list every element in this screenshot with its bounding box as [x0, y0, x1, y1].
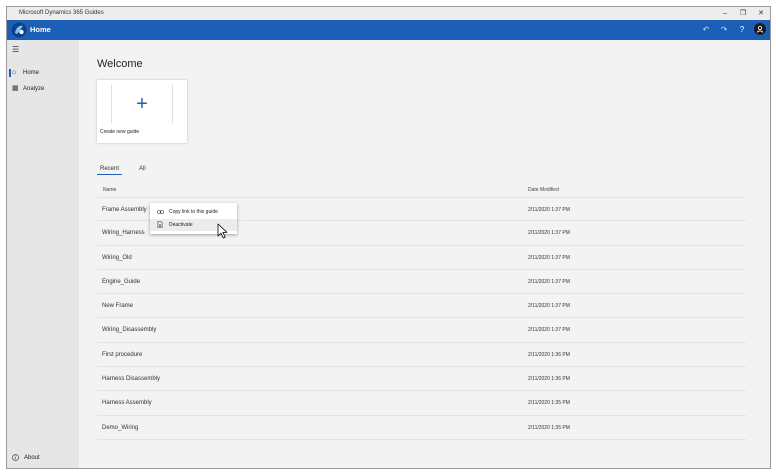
guides-logo-icon — [11, 22, 27, 38]
guide-date: 2/11/2020 1:37 PM — [528, 230, 570, 237]
welcome-heading: Welcome — [97, 58, 143, 70]
sidebar-item-analyze[interactable]: ▦ Analyze — [7, 82, 79, 96]
guide-date: 2/11/2020 1:37 PM — [528, 327, 570, 334]
analyze-icon: ▦ — [12, 85, 19, 92]
guide-name: Wiring_Old — [102, 254, 132, 261]
guide-tabs: Recent All — [97, 164, 149, 175]
create-guide-label: Create new guide — [100, 129, 140, 135]
page-title: Home — [30, 25, 51, 34]
mouse-pointer-icon — [217, 223, 228, 239]
guide-date: 2/11/2020 1:37 PM — [528, 278, 570, 285]
create-guide-card[interactable]: + Create new guide — [97, 80, 187, 143]
guide-date: 2/11/2020 1:35 PM — [528, 400, 570, 407]
plus-icon: + — [111, 85, 173, 123]
app-window: Microsoft Dynamics 365 Guides – ❐ ✕ Home… — [6, 6, 771, 469]
tab-all[interactable]: All — [136, 164, 149, 175]
guide-name: New Frame — [102, 303, 134, 310]
about-label: About — [24, 454, 40, 461]
column-header-date[interactable]: Date Modified — [528, 187, 559, 193]
link-icon — [157, 210, 164, 214]
guide-date: 2/11/2020 1:35 PM — [528, 424, 570, 431]
table-row[interactable]: Engine_Guide 2/11/2020 1:37 PM — [97, 270, 746, 295]
app-header: Home ↶ ↷ ? — [7, 20, 770, 40]
sidebar: ☰ ⌂ Home ▦ Analyze About — [7, 40, 79, 468]
header-actions: ↶ ↷ ? — [700, 23, 766, 35]
hamburger-menu-icon[interactable]: ☰ — [12, 45, 19, 54]
restore-button[interactable]: ❐ — [734, 7, 752, 20]
about-link[interactable]: About — [12, 454, 40, 461]
info-icon — [12, 454, 19, 461]
guide-date: 2/11/2020 1:37 PM — [528, 207, 570, 213]
deactivate-icon — [157, 221, 163, 228]
person-icon — [756, 25, 764, 33]
table-row[interactable]: First procedure 2/11/2020 1:36 PM — [97, 343, 746, 368]
menu-item-label: Copy link to this guide — [169, 209, 218, 215]
guide-name: Frame Assembly — [102, 207, 147, 213]
sidebar-item-label: Analyze — [23, 86, 45, 92]
menu-item-label: Deactivate — [169, 222, 193, 228]
table-row[interactable]: New Frame 2/11/2020 1:37 PM — [97, 294, 746, 319]
guide-name: First procedure — [102, 351, 143, 358]
sidebar-item-home[interactable]: ⌂ Home — [7, 66, 79, 80]
table-row[interactable]: Wiring_Disassembly 2/11/2020 1:37 PM — [97, 318, 746, 343]
window-title: Microsoft Dynamics 365 Guides — [19, 10, 104, 16]
help-icon[interactable]: ? — [736, 25, 748, 34]
copy-link-menu-item[interactable]: Copy link to this guide — [150, 206, 237, 218]
column-header-name[interactable]: Name — [103, 187, 116, 193]
guide-name: Wiring_Harness — [102, 230, 145, 237]
guide-name: Engine_Guide — [102, 278, 141, 285]
close-button[interactable]: ✕ — [752, 7, 770, 20]
guide-name: Demo_Wiring — [102, 424, 139, 431]
sidebar-item-label: Home — [23, 70, 40, 76]
table-row[interactable]: Harness Assembly 2/11/2020 1:35 PM — [97, 391, 746, 416]
guide-date: 2/11/2020 1:37 PM — [528, 254, 570, 261]
table-row[interactable]: Demo_Wiring 2/11/2020 1:35 PM — [97, 416, 746, 440]
guide-date: 2/11/2020 1:36 PM — [528, 376, 570, 383]
window-controls: – ❐ ✕ — [716, 7, 770, 20]
table-row[interactable]: Harness Disassembly 2/11/2020 1:36 PM — [97, 367, 746, 392]
main-content: Welcome + Create new guide Recent All Na… — [79, 40, 770, 468]
redo-icon[interactable]: ↷ — [718, 25, 730, 34]
tab-recent[interactable]: Recent — [97, 164, 123, 175]
account-icon[interactable] — [754, 23, 766, 35]
table-row[interactable]: Wiring_Old 2/11/2020 1:37 PM — [97, 246, 746, 270]
guide-name: Harness Disassembly — [102, 376, 161, 383]
guide-date: 2/11/2020 1:37 PM — [528, 303, 570, 310]
minimize-button[interactable]: – — [716, 7, 734, 20]
guide-name: Harness Assembly — [102, 400, 152, 407]
title-bar: Microsoft Dynamics 365 Guides – ❐ ✕ — [7, 7, 770, 20]
undo-icon[interactable]: ↶ — [700, 25, 712, 34]
home-icon: ⌂ — [12, 69, 17, 76]
guide-date: 2/11/2020 1:36 PM — [528, 351, 570, 358]
guide-name: Wiring_Disassembly — [102, 327, 157, 334]
